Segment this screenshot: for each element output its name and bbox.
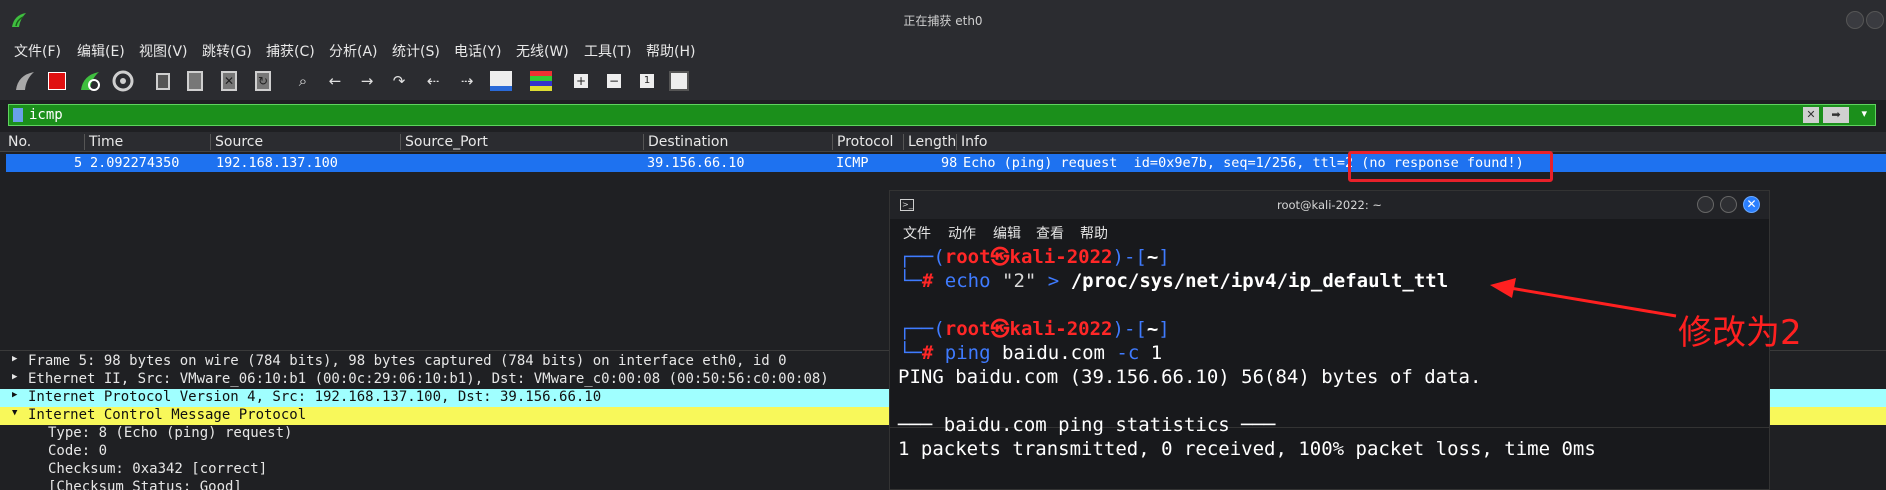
terminal-output[interactable]: ┌──(root㉿kali-2022)-[~] └─# echo "2" > /… bbox=[890, 243, 1769, 490]
terminal-menu-edit[interactable]: 编辑 bbox=[993, 223, 1021, 243]
chevron-down-icon[interactable]: ▾ bbox=[1861, 107, 1867, 120]
normal-size-icon[interactable]: 1 bbox=[634, 68, 660, 94]
shark-fin-start-icon[interactable] bbox=[12, 68, 38, 94]
terminal-minimize-button[interactable] bbox=[1697, 196, 1714, 213]
go-to-packet-icon[interactable]: ↷ bbox=[386, 68, 412, 94]
chevron-right-icon[interactable]: ▶ bbox=[12, 354, 17, 364]
menu-telephony[interactable]: 电话(Y) bbox=[454, 41, 501, 61]
command-line-ping: └─# ping baidu.com -c 1 bbox=[899, 342, 1163, 364]
go-last-icon[interactable]: ⇢ bbox=[454, 68, 480, 94]
packet-list-header: No. Time Source Source_Port Destination … bbox=[0, 132, 1886, 152]
output-line: ─── baidu.com ping statistics ─── bbox=[898, 414, 1276, 436]
packet-length: 98 bbox=[941, 155, 958, 171]
chevron-right-icon[interactable]: ▶ bbox=[12, 390, 17, 400]
ttl-highlight-box bbox=[1348, 151, 1553, 182]
window-title: 正在捕获 eth0 bbox=[903, 14, 983, 28]
terminal-menu-file[interactable]: 文件 bbox=[903, 223, 931, 243]
column-length[interactable]: Length bbox=[903, 134, 956, 150]
go-back-icon[interactable]: ← bbox=[322, 68, 348, 94]
chevron-down-icon[interactable]: ▼ bbox=[12, 408, 17, 418]
bookmark-icon[interactable] bbox=[13, 108, 23, 122]
terminal-maximize-button[interactable] bbox=[1720, 196, 1737, 213]
find-packet-icon[interactable]: ⌕ bbox=[290, 68, 316, 94]
minimize-button[interactable] bbox=[1846, 11, 1864, 29]
terminal-titlebar: >_ root@kali-2022: ~ ✕ bbox=[890, 191, 1769, 219]
menu-go[interactable]: 跳转(G) bbox=[202, 41, 252, 61]
go-forward-icon[interactable]: → bbox=[354, 68, 380, 94]
output-line: PING baidu.com (39.156.66.10) 56(84) byt… bbox=[898, 366, 1482, 388]
terminal-menu-help[interactable]: 帮助 bbox=[1080, 223, 1108, 243]
menu-edit[interactable]: 编辑(E) bbox=[77, 41, 125, 61]
menu-analyze[interactable]: 分析(A) bbox=[329, 41, 378, 61]
packet-destination: 39.156.66.10 bbox=[647, 155, 745, 171]
terminal-menubar: 文件 动作 编辑 查看 帮助 bbox=[890, 219, 1769, 243]
annotation-label: 修改为2 bbox=[1678, 313, 1802, 353]
menu-wireless[interactable]: 无线(W) bbox=[516, 41, 569, 61]
wireshark-toolbar: ✕ ↻ ⌕ ← → ↷ ⇠ ⇢ + − 1 bbox=[0, 62, 1886, 100]
maximize-button[interactable] bbox=[1866, 11, 1884, 29]
packet-no: 5 bbox=[74, 155, 83, 171]
terminal-menu-view[interactable]: 查看 bbox=[1036, 223, 1064, 243]
go-first-icon[interactable]: ⇠ bbox=[420, 68, 446, 94]
apply-filter-icon[interactable]: ➡ bbox=[1823, 107, 1849, 123]
column-source-port[interactable]: Source_Port bbox=[400, 134, 488, 150]
menu-view[interactable]: 视图(V) bbox=[139, 41, 188, 61]
chevron-right-icon[interactable]: ▶ bbox=[12, 372, 17, 382]
capture-options-icon[interactable] bbox=[110, 68, 136, 94]
menu-capture[interactable]: 捕获(C) bbox=[266, 41, 315, 61]
command-line-echo: └─# echo "2" > /proc/sys/net/ipv4/ip_def… bbox=[899, 270, 1449, 292]
stop-capture-icon[interactable] bbox=[44, 68, 70, 94]
zoom-in-icon[interactable]: + bbox=[568, 68, 594, 94]
column-info[interactable]: Info bbox=[956, 134, 988, 150]
wireshark-menubar: 文件(F) 编辑(E) 视图(V) 跳转(G) 捕获(C) 分析(A) 统计(S… bbox=[0, 38, 1886, 62]
colorize-icon[interactable] bbox=[528, 68, 554, 94]
terminal-window[interactable]: >_ root@kali-2022: ~ ✕ 文件 动作 编辑 查看 帮助 ┌─… bbox=[889, 190, 1770, 490]
resize-columns-icon[interactable] bbox=[666, 68, 692, 94]
zoom-out-icon[interactable]: − bbox=[601, 68, 627, 94]
column-protocol[interactable]: Protocol bbox=[832, 134, 893, 150]
auto-scroll-icon[interactable] bbox=[488, 68, 514, 94]
menu-statistics[interactable]: 统计(S) bbox=[392, 41, 440, 61]
prompt-line: ┌──(root㉿kali-2022)-[~] bbox=[899, 318, 1170, 340]
terminal-close-button[interactable]: ✕ bbox=[1743, 196, 1760, 213]
save-file-icon[interactable] bbox=[182, 68, 208, 94]
column-no[interactable]: No. bbox=[4, 134, 31, 150]
column-destination[interactable]: Destination bbox=[643, 134, 728, 150]
packet-time: 2.092274350 bbox=[90, 155, 180, 171]
column-time[interactable]: Time bbox=[84, 134, 123, 150]
menu-tools[interactable]: 工具(T) bbox=[584, 41, 631, 61]
table-row[interactable]: 5 2.092274350 192.168.137.100 39.156.66.… bbox=[6, 154, 1886, 172]
terminal-title: root@kali-2022: ~ bbox=[1276, 198, 1383, 212]
display-filter-bar[interactable]: icmp ✕ ➡ ▾ bbox=[8, 104, 1876, 126]
output-line: 1 packets transmitted, 0 received, 100% … bbox=[898, 438, 1596, 460]
clear-filter-icon[interactable]: ✕ bbox=[1803, 107, 1819, 123]
display-filter-input[interactable]: icmp bbox=[29, 107, 63, 123]
menu-help[interactable]: 帮助(H) bbox=[646, 41, 695, 61]
column-source[interactable]: Source bbox=[210, 134, 263, 150]
close-file-icon[interactable]: ✕ bbox=[216, 68, 242, 94]
reload-icon[interactable]: ↻ bbox=[250, 68, 276, 94]
prompt-line: ┌──(root㉿kali-2022)-[~] bbox=[899, 246, 1170, 268]
menu-file[interactable]: 文件(F) bbox=[14, 41, 61, 61]
wireshark-titlebar: 正在捕获 eth0 bbox=[0, 0, 1886, 40]
packet-protocol: ICMP bbox=[836, 155, 869, 171]
terminal-menu-action[interactable]: 动作 bbox=[948, 223, 976, 243]
packet-source: 192.168.137.100 bbox=[216, 155, 338, 171]
open-file-icon[interactable] bbox=[150, 68, 176, 94]
restart-capture-icon[interactable] bbox=[77, 68, 103, 94]
